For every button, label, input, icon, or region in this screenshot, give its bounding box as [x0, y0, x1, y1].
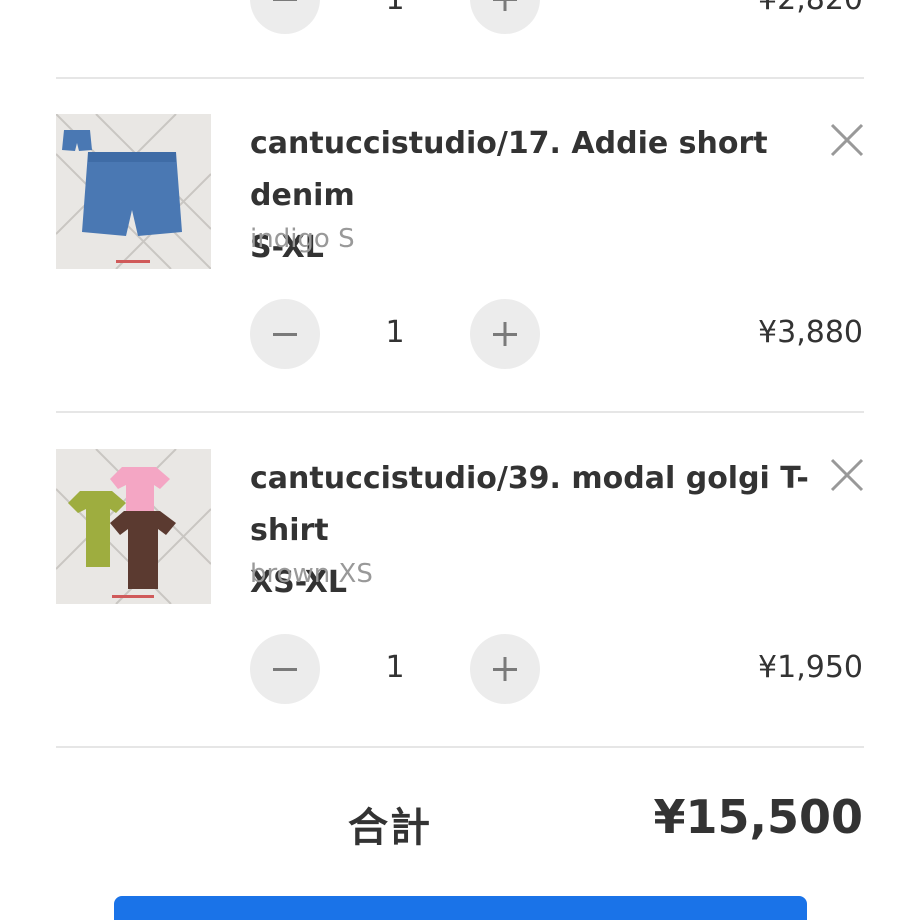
- minus-icon: [273, 333, 297, 336]
- total-label: 合計: [348, 805, 432, 851]
- minus-icon: [273, 0, 297, 1]
- plus-icon: [493, 657, 517, 681]
- item-price: ¥1,950: [758, 650, 863, 685]
- divider: [56, 77, 864, 79]
- item-variant: indigo S: [250, 224, 355, 254]
- quantity-value: 1: [375, 0, 415, 17]
- quantity-value: 1: [385, 315, 405, 350]
- cart-item: cantuccistudio/17. Addie short denim S-X…: [0, 114, 920, 448]
- item-name-line1: cantuccistudio/39. modal golgi T-shirt: [250, 461, 809, 548]
- increase-quantity-button[interactable]: [470, 299, 540, 369]
- quantity-value: 1: [385, 650, 405, 685]
- decrease-quantity-button[interactable]: [250, 299, 320, 369]
- item-price: ¥3,880: [758, 315, 863, 350]
- remove-item-button[interactable]: [827, 120, 867, 160]
- item-name-line1: cantuccistudio/17. Addie short denim: [250, 126, 768, 213]
- close-icon: [830, 458, 864, 492]
- decrease-quantity-button[interactable]: [250, 634, 320, 704]
- tshirts-thumbnail[interactable]: [56, 449, 211, 604]
- close-icon: [830, 123, 864, 157]
- cart-item-previous: 1 ¥2,820: [0, 0, 920, 78]
- cart-item: cantuccistudio/39. modal golgi T-shirt X…: [0, 449, 920, 783]
- divider: [56, 411, 864, 413]
- item-price: ¥2,820: [758, 0, 863, 17]
- remove-item-button[interactable]: [827, 455, 867, 495]
- checkout-button[interactable]: [114, 896, 807, 920]
- minus-icon: [273, 668, 297, 671]
- plus-icon: [493, 322, 517, 346]
- total-value: ¥15,500: [653, 790, 863, 844]
- denim-shorts-thumbnail[interactable]: [56, 114, 211, 269]
- increase-quantity-button[interactable]: [470, 634, 540, 704]
- increase-quantity-button[interactable]: [470, 0, 540, 34]
- cart-page: 1 ¥2,820: [0, 0, 920, 920]
- decrease-quantity-button[interactable]: [250, 0, 320, 34]
- divider: [56, 746, 864, 748]
- item-variant: brown XS: [250, 559, 373, 589]
- plus-icon: [493, 0, 517, 11]
